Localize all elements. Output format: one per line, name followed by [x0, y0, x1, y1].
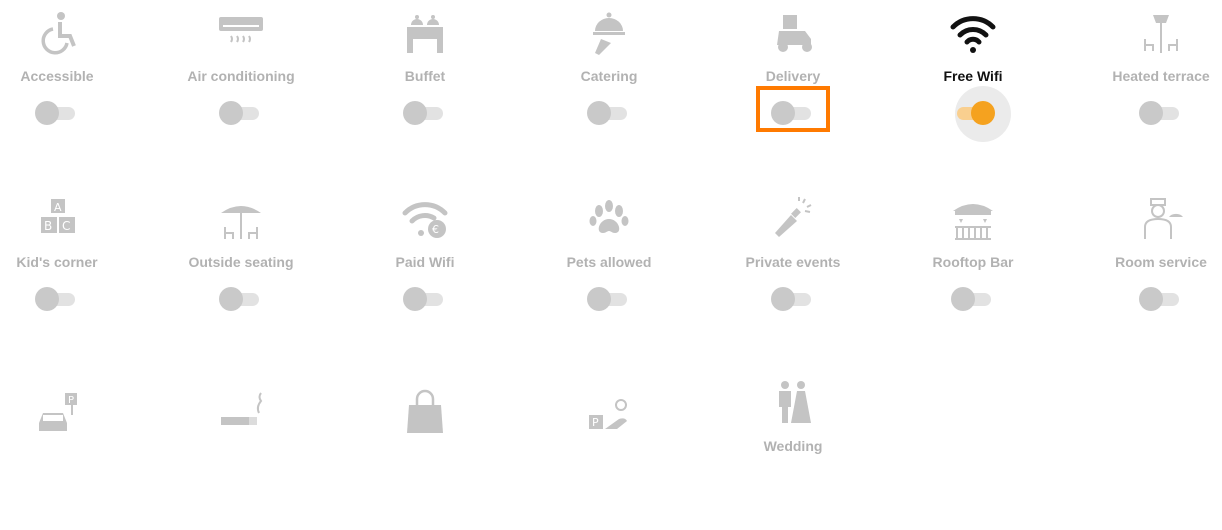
feature-label: Accessible	[20, 68, 94, 84]
feature-label: Air conditioning	[187, 68, 295, 84]
paw-icon	[579, 194, 639, 244]
room-service-toggle[interactable]	[1139, 286, 1183, 312]
feature-label: Free Wifi	[943, 68, 1003, 84]
shopping-bag-icon	[395, 388, 455, 438]
feature-label: Catering	[580, 68, 638, 84]
free-wifi-toggle[interactable]	[951, 86, 1011, 142]
feature-rooftop-bar: Rooftop Bar	[888, 186, 1058, 336]
private-events-toggle[interactable]	[771, 286, 815, 312]
cigarette-icon	[211, 388, 271, 438]
wheelchair-icon	[27, 8, 87, 58]
heated-terrace-toggle[interactable]	[1139, 100, 1183, 126]
buffet-icon	[395, 8, 455, 58]
toy-blocks-icon: ABC	[27, 194, 87, 244]
feature-air-conditioning: Air conditioning	[156, 0, 326, 150]
pets-allowed-toggle[interactable]	[587, 286, 631, 312]
feature-label: Pets allowed	[566, 254, 652, 270]
catering-cloche-icon	[579, 8, 639, 58]
paid-wifi-toggle[interactable]	[403, 286, 447, 312]
feature-buffet: Buffet	[340, 0, 510, 150]
buffet-toggle[interactable]	[403, 100, 447, 126]
svg-text:€: €	[432, 223, 439, 236]
feature-paid-wifi: € Paid Wifi	[340, 186, 510, 336]
wedding-couple-icon	[763, 378, 823, 428]
paid-wifi-icon: €	[395, 194, 455, 244]
feature-heated-terrace: Heated terrace	[1076, 0, 1222, 150]
car-parking-icon: P	[27, 388, 87, 438]
feature-smoking	[156, 380, 326, 530]
feature-kids-corner: ABC Kid's corner	[0, 186, 142, 336]
svg-text:B: B	[44, 219, 52, 233]
accessible-toggle[interactable]	[35, 100, 79, 126]
catering-toggle[interactable]	[587, 100, 631, 126]
feature-valet-parking: P	[524, 380, 694, 530]
feature-room-service: Room service	[1076, 186, 1222, 336]
feature-label: Paid Wifi	[395, 254, 455, 270]
feature-label: Outside seating	[188, 254, 294, 270]
valet-parking-icon: P	[579, 388, 639, 438]
feature-label: Wedding	[763, 438, 823, 454]
feature-takeaway	[340, 380, 510, 530]
room-service-icon	[1131, 194, 1191, 244]
feature-private-events: Private events	[708, 186, 878, 336]
features-grid: Accessible Air conditioning Buffet Cater…	[0, 0, 1222, 454]
feature-accessible: Accessible	[0, 0, 142, 150]
air-conditioner-icon	[211, 8, 271, 58]
heated-terrace-icon	[1131, 8, 1191, 58]
svg-text:P: P	[68, 395, 74, 406]
feature-label: Private events	[745, 254, 841, 270]
feature-label: Kid's corner	[16, 254, 98, 270]
svg-text:A: A	[54, 201, 62, 214]
feature-label: Buffet	[404, 68, 446, 84]
feature-catering: Catering	[524, 0, 694, 150]
feature-label: Delivery	[765, 68, 821, 84]
wifi-icon	[943, 8, 1003, 58]
svg-text:C: C	[62, 219, 70, 233]
delivery-scooter-icon	[763, 8, 823, 58]
rooftop-bar-icon	[943, 194, 1003, 244]
rooftop-bar-toggle[interactable]	[951, 286, 995, 312]
champagne-icon	[763, 194, 823, 244]
feature-label: Rooftop Bar	[932, 254, 1014, 270]
kids-corner-toggle[interactable]	[35, 286, 79, 312]
feature-outside-seating: Outside seating	[156, 186, 326, 336]
feature-wedding: Wedding	[708, 370, 878, 520]
feature-self-parking: P	[0, 380, 142, 530]
feature-free-wifi: Free Wifi	[888, 0, 1058, 150]
feature-label: Heated terrace	[1112, 68, 1210, 84]
svg-text:P: P	[592, 416, 599, 429]
parasol-table-icon	[211, 194, 271, 244]
feature-pets-allowed: Pets allowed	[524, 186, 694, 336]
outside-seating-toggle[interactable]	[219, 286, 263, 312]
air-conditioning-toggle[interactable]	[219, 100, 263, 126]
feature-label: Room service	[1115, 254, 1207, 270]
delivery-toggle-highlight	[756, 86, 830, 132]
